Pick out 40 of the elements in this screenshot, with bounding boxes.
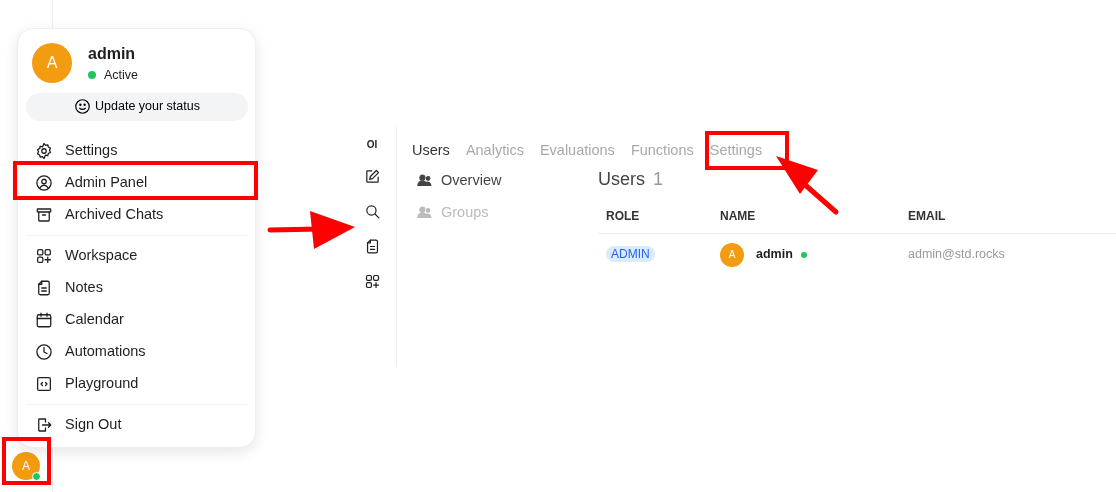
new-chat-icon[interactable] (363, 168, 381, 185)
column-header: EMAIL (908, 208, 946, 223)
user-name: admin (88, 44, 137, 64)
column-header: ROLE (606, 208, 640, 223)
logo[interactable]: OI (366, 140, 378, 150)
user-avatar: A (720, 242, 744, 267)
menu-item[interactable]: Notes (26, 271, 247, 304)
menu-item[interactable]: Settings (26, 134, 247, 167)
calendar-icon (35, 310, 53, 329)
menu-item[interactable]: Calendar (26, 303, 247, 336)
user-avatar: A (32, 43, 72, 84)
menu-item[interactable]: Workspace (26, 239, 247, 272)
update-status-button[interactable]: Update your status (26, 92, 248, 121)
sign-out-icon (35, 415, 53, 434)
archive-box-icon (35, 205, 53, 224)
tab[interactable]: Users (412, 140, 450, 162)
status-text: Active (104, 67, 139, 84)
document-icon (35, 278, 53, 297)
highlight-box (2, 437, 51, 485)
user-name: admin (756, 246, 793, 264)
arrow (776, 156, 839, 215)
gear-icon (35, 141, 53, 160)
workspace-icon[interactable] (363, 273, 381, 290)
clock-icon (35, 342, 53, 361)
menu-item[interactable]: Sign Out (26, 408, 247, 441)
user-circle-icon (35, 173, 53, 192)
menu-item[interactable]: Playground (26, 367, 247, 400)
grid-plus-icon (35, 246, 53, 265)
search-icon[interactable] (363, 203, 381, 220)
user-count: 1 (653, 167, 664, 191)
section-title: Users (598, 167, 645, 191)
email-text: admin@std.rocks (908, 247, 1005, 262)
role-badge: ADMIN (606, 246, 655, 263)
code-icon (35, 374, 53, 393)
smile-icon (74, 98, 92, 116)
menu-item[interactable]: Automations (26, 335, 247, 368)
menu-item[interactable]: Archived Chats (26, 198, 247, 231)
column-header: NAME (720, 208, 756, 223)
menu-item[interactable]: Admin Panel (26, 166, 247, 199)
nav-item[interactable]: Overview (416, 169, 598, 192)
